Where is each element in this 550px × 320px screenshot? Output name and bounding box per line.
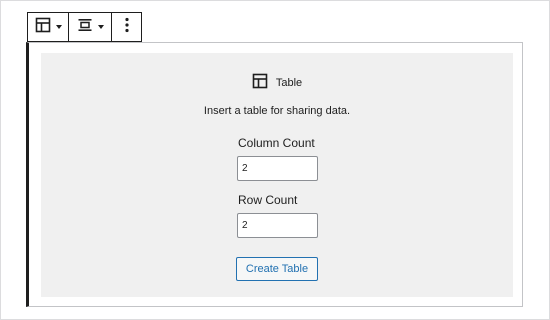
row-count-label: Row Count [238,193,298,207]
row-count-input[interactable] [237,213,318,238]
create-table-button[interactable]: Create Table [236,257,318,281]
chevron-down-icon [97,25,104,29]
placeholder-title: Table [275,76,303,89]
column-count-label: Column Count [238,136,315,150]
align-center-icon [77,17,93,38]
more-options-button[interactable] [112,13,141,41]
placeholder-header: Table [41,73,513,92]
table-block: Table Insert a table for sharing data. C… [26,42,523,307]
align-button[interactable] [69,13,112,41]
table-icon [252,73,268,92]
block-type-button[interactable] [28,13,69,41]
table-icon [35,17,51,38]
block-toolbar [27,12,142,42]
chevron-down-icon [55,25,62,29]
column-count-input[interactable] [237,156,318,181]
more-vertical-icon [124,17,129,38]
placeholder-description: Insert a table for sharing data. [203,105,351,117]
table-placeholder: Table Insert a table for sharing data. C… [41,53,513,297]
